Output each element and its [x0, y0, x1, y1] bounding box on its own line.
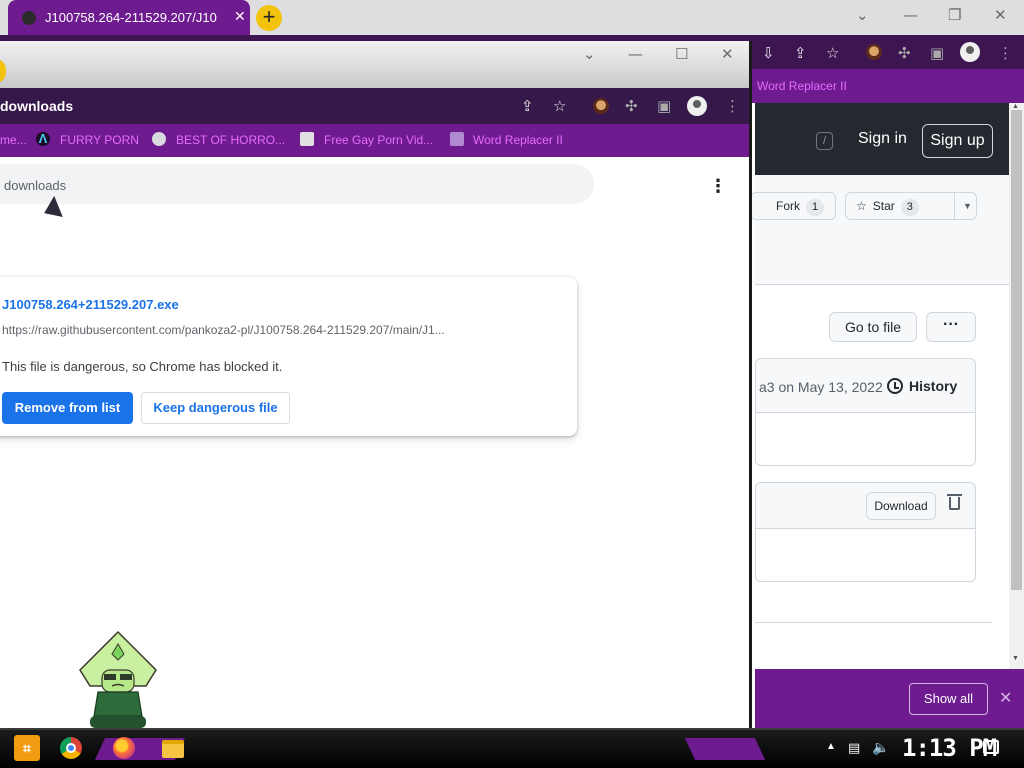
file-explorer-icon[interactable] [162, 740, 184, 758]
extension-avatar-icon[interactable] [593, 98, 609, 114]
bookmark-star-icon[interactable]: ☆ [553, 97, 566, 115]
bookmarks-bar: me... Λ FURRY PORN BEST OF HORRO... Free… [0, 124, 749, 157]
notification-center-icon[interactable] [983, 740, 999, 754]
share-icon[interactable]: ⇪ [794, 44, 807, 62]
history-icon [887, 378, 903, 394]
scrollbar-thumb[interactable] [1011, 110, 1022, 590]
bookmark-word-replacer[interactable]: Word Replacer II [757, 79, 847, 93]
download-filename-link[interactable]: J100758.264+211529.207.exe [2, 297, 179, 312]
address-bar[interactable]: downloads [0, 98, 73, 114]
downloads-browser-window: ⌄ — ☐ ✕ downloads ⇪ ☆ ✣ ▣ ⋮ me... Λ FURR… [0, 41, 752, 730]
search-placeholder: downloads [4, 178, 67, 193]
bookmark-item[interactable]: FURRY PORN [60, 133, 139, 147]
download-button[interactable]: Download [866, 492, 936, 520]
extensions-icon[interactable]: ✣ [625, 97, 638, 115]
fork-count: 1 [806, 199, 825, 216]
skull-icon [300, 132, 314, 146]
tab-search-icon[interactable]: ⌄ [583, 45, 596, 63]
menu-kebab-icon[interactable]: ⋮ [725, 97, 740, 115]
delete-icon[interactable] [947, 494, 962, 510]
keep-dangerous-file-button[interactable]: Keep dangerous file [141, 392, 290, 424]
extension-avatar-icon[interactable] [866, 44, 882, 60]
globe-icon [152, 132, 166, 146]
share-icon[interactable]: ⇪ [521, 97, 534, 115]
firefox-icon[interactable] [113, 737, 135, 759]
divider [755, 622, 992, 623]
commit-info: a3 on May 13, 2022 [759, 379, 883, 395]
restore-button[interactable]: ❐ [948, 6, 961, 24]
tray-chevron-icon[interactable]: ▲ [826, 741, 836, 752]
history-link[interactable]: History [909, 378, 957, 394]
maximize-button[interactable]: ☐ [675, 45, 688, 63]
bookmark-item[interactable]: BEST OF HORRO... [176, 133, 285, 147]
downloads-search-input[interactable] [0, 164, 594, 204]
download-source-url: https://raw.githubusercontent.com/pankoz… [2, 323, 445, 337]
network-icon[interactable]: ▤ [848, 741, 860, 756]
volume-icon[interactable]: 🔈 [872, 740, 889, 756]
search-shortcut-hint: / [816, 132, 833, 150]
extensions-icon[interactable]: ✣ [898, 44, 911, 62]
menu-kebab-icon[interactable]: ⋮ [998, 44, 1013, 62]
github-icon [22, 11, 36, 25]
side-panel-icon[interactable]: ▣ [930, 44, 944, 62]
close-window-button[interactable]: ✕ [721, 45, 734, 63]
bookmark-item[interactable]: me... [0, 133, 27, 147]
sign-in-link[interactable]: Sign in [858, 130, 907, 148]
peridot-mascot-icon [79, 630, 157, 728]
star-dropdown-icon[interactable]: ▼ [954, 193, 972, 219]
star-icon: ☆ [856, 199, 867, 213]
fork-button[interactable]: Fork 1 [750, 192, 836, 220]
more-actions-icon[interactable]: ⋮ [709, 176, 727, 197]
new-tab-button[interactable]: + [256, 5, 282, 31]
bookmark-star-icon[interactable]: ☆ [826, 44, 839, 62]
taskbar-decoration [684, 738, 766, 760]
file-view-box: Download [755, 482, 976, 582]
bookmark-item[interactable]: Free Gay Porn Vid... [324, 133, 433, 147]
tab-github-file[interactable]: J100758.264-211529.207/J10 ✕ [8, 0, 250, 35]
star-button[interactable]: ☆ Star 3 ▼ [845, 192, 977, 220]
commit-header: a3 on May 13, 2022 History [756, 359, 975, 413]
title-bar: ⌄ — ☐ ✕ [0, 41, 749, 88]
tab-title: J100758.264-211529.207/J10 [45, 10, 217, 25]
tab-search-icon[interactable]: ⌄ [856, 6, 869, 24]
star-count: 3 [900, 199, 919, 216]
download-icon[interactable]: ⇩ [762, 44, 775, 62]
scroll-down-icon[interactable]: ▼ [1012, 655, 1019, 662]
profile-icon[interactable] [960, 42, 980, 62]
word-replacer-icon [450, 132, 464, 146]
start-button[interactable]: ⌗ [14, 735, 40, 761]
star-label: Star [872, 199, 895, 213]
profile-icon[interactable] [687, 96, 707, 116]
tab-strip: J100758.264-211529.207/J10 ✕ + ⌄ — ❐ ✕ [0, 0, 1024, 35]
tab-close-icon[interactable]: ✕ [234, 8, 246, 25]
close-download-shelf-icon[interactable]: ✕ [999, 688, 1012, 708]
more-options-button[interactable]: ··· [926, 312, 976, 342]
danger-warning-text: This file is dangerous, so Chrome has bl… [2, 359, 283, 374]
scroll-up-icon[interactable]: ▲ [1012, 103, 1019, 110]
download-item-card: J100758.264+211529.207.exe https://raw.g… [0, 277, 577, 436]
sign-up-button[interactable]: Sign up [922, 124, 993, 158]
close-window-button[interactable]: ✕ [994, 6, 1007, 24]
chrome-icon[interactable] [60, 737, 82, 759]
new-tab-button[interactable] [0, 60, 6, 82]
remove-from-list-button[interactable]: Remove from list [2, 392, 133, 424]
file-header: Download [756, 483, 975, 529]
side-panel-icon[interactable]: ▣ [657, 97, 671, 115]
show-all-button[interactable]: Show all [909, 683, 988, 715]
minimize-button[interactable]: — [628, 45, 643, 63]
go-to-file-button[interactable]: Go to file [829, 312, 917, 342]
minimize-button[interactable]: — [903, 6, 918, 24]
latest-commit-box: a3 on May 13, 2022 History [755, 358, 976, 466]
bookmark-item[interactable]: Word Replacer II [473, 133, 563, 147]
bookmark-a-icon: Λ [36, 132, 50, 146]
browser-toolbar: downloads ⇪ ☆ ✣ ▣ ⋮ [0, 88, 749, 124]
fork-label: Fork [776, 199, 800, 213]
